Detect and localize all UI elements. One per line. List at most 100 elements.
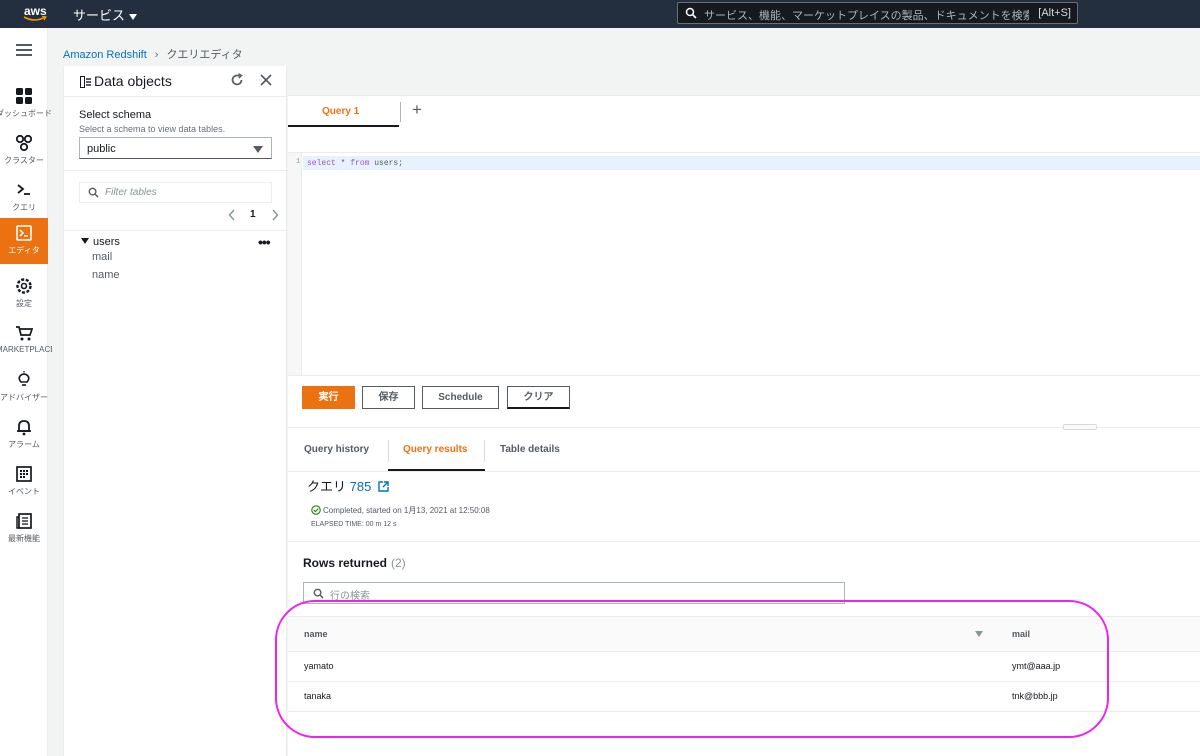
global-search-input[interactable]: サービス、機能、マーケットプレイスの製品、ドキュメントを検索 [Alt+S] (677, 2, 1078, 24)
nav-item-label: 最新機能 (8, 534, 40, 543)
nav-item-clusters[interactable]: クラスター (0, 128, 48, 174)
active-line-highlight (303, 156, 1200, 170)
sql-code: select * from users; (307, 159, 403, 168)
nav-item-label: 設定 (16, 299, 32, 308)
events-icon (16, 466, 32, 482)
tab-query-results[interactable]: Query results (388, 444, 485, 471)
caret-down-icon (129, 13, 138, 20)
row-search-input[interactable]: 行の検索 (303, 582, 845, 604)
nav-item-alarms[interactable]: アラーム (0, 412, 48, 458)
hamburger-menu-icon[interactable] (16, 44, 32, 56)
filter-tables-input[interactable]: Filter tables (79, 182, 272, 203)
nav-item-queries[interactable]: クエリ (0, 175, 48, 221)
breadcrumb-redshift-link[interactable]: Amazon Redshift (63, 49, 147, 61)
tab-table-details[interactable]: Table details (500, 444, 560, 471)
global-search-placeholder: サービス、機能、マーケットプレイスの製品、ドキュメントを検索 (704, 10, 1029, 22)
rows-returned-label: Rows returned (303, 556, 388, 570)
divider (64, 170, 288, 171)
table-cell: tnk@bbb.jp (1012, 691, 1058, 701)
sql-editor[interactable]: 1 select * from users; (288, 152, 1200, 376)
nav-item-settings[interactable]: 設定 (0, 271, 48, 317)
sql-keyword: select (307, 159, 336, 168)
column-item[interactable]: mail (92, 251, 112, 263)
panel-title: Data objects (80, 73, 172, 89)
table-row: tanaka tnk@bbb.jp (288, 682, 1200, 712)
editor-header-strip (288, 66, 1200, 96)
column-item[interactable]: name (92, 269, 120, 281)
data-objects-icon (80, 76, 91, 88)
nav-item-editor[interactable]: エディタ (0, 218, 48, 264)
nav-item-whats-new[interactable]: 最新機能 (0, 506, 48, 552)
nav-item-dashboard[interactable]: ダッシュボード (0, 81, 52, 127)
query-title: クエリ 785 (307, 476, 389, 495)
settings-icon (16, 278, 32, 294)
nav-item-advisor[interactable]: アドバイザー (0, 365, 48, 411)
resize-handle[interactable] (1063, 424, 1097, 430)
divider (64, 96, 288, 97)
query-icon (17, 184, 30, 195)
table-header: name mail (288, 616, 1200, 652)
sql-keyword: from (350, 159, 370, 168)
alarm-icon (17, 420, 31, 436)
more-actions-icon[interactable]: ••• (258, 234, 271, 250)
filter-placeholder: Filter tables (105, 187, 157, 198)
chevron-left-icon[interactable] (228, 209, 236, 221)
external-link-icon[interactable] (378, 481, 389, 492)
divider (288, 541, 1200, 542)
results-tabs: Query history Query results Table detail… (288, 438, 1200, 472)
search-shortcut: [Alt+S] (1038, 7, 1071, 19)
divider (484, 440, 485, 462)
tab-query-history[interactable]: Query history (304, 444, 369, 471)
search-icon (685, 7, 697, 19)
table-cell: ymt@aaa.jp (1012, 661, 1061, 671)
schema-description: Select a schema to view data tables. (79, 124, 226, 134)
sql-text: users; (369, 159, 404, 168)
query-editor-main: Query 1 + 1 select * from users; 実行 保存 S… (288, 66, 1200, 756)
save-button[interactable]: 保存 (362, 386, 415, 409)
table-tree-item-users[interactable]: users (81, 236, 120, 248)
whats-new-icon (16, 513, 32, 529)
schema-select[interactable]: public (79, 137, 272, 159)
sql-text: * (335, 159, 351, 168)
nav-item-label: エディタ (8, 246, 40, 255)
chevron-right-icon[interactable] (271, 209, 279, 221)
close-icon[interactable] (260, 74, 272, 86)
rows-count: (2) (391, 556, 406, 570)
table-cell: yamato (304, 661, 334, 671)
tab-query-1[interactable]: Query 1 (288, 96, 399, 127)
services-menu[interactable]: サービス (73, 5, 138, 24)
nav-item-marketplace[interactable]: MARKETPLACE (0, 318, 52, 364)
column-header-mail[interactable]: mail (1012, 629, 1030, 639)
pagination-page[interactable]: 1 (250, 209, 256, 220)
schedule-button[interactable]: Schedule (422, 386, 499, 409)
sort-desc-icon[interactable] (975, 631, 983, 637)
nav-item-events[interactable]: イベント (0, 459, 48, 505)
column-header-name[interactable]: name (304, 629, 328, 639)
breadcrumb-current: クエリエディタ (166, 49, 243, 61)
table-name: users (93, 236, 120, 248)
table-cell: tanaka (304, 691, 332, 701)
nav-item-label: クエリ (12, 203, 36, 212)
nav-item-label: アラーム (8, 440, 40, 449)
chevron-right-icon: › (154, 49, 159, 61)
query-id-link[interactable]: 785 (350, 479, 372, 494)
nav-item-label: ダッシュボード (0, 109, 52, 118)
divider (400, 102, 401, 122)
top-navigation-bar: aws サービス サービス、機能、マーケットプレイスの製品、ドキュメントを検索 … (0, 0, 1200, 28)
search-icon (88, 187, 99, 198)
refresh-icon[interactable] (230, 73, 244, 87)
nav-item-label: MARKETPLACE (0, 345, 52, 354)
query-status: Completed, started on 1月13, 2021 at 12:5… (311, 505, 490, 516)
services-label: サービス (73, 8, 126, 23)
advisor-icon (18, 371, 30, 386)
table-row: yamato ymt@aaa.jp (288, 652, 1200, 682)
aws-logo[interactable]: aws (22, 2, 50, 24)
panel-title-text: Data objects (94, 73, 172, 89)
clear-button[interactable]: クリア (507, 386, 570, 409)
dashboard-icon (16, 88, 32, 104)
breadcrumb: Amazon Redshift › クエリエディタ (63, 46, 243, 62)
query-status-text: Completed, started on 1月13, 2021 at 12:5… (323, 506, 490, 515)
run-button[interactable]: 実行 (302, 386, 355, 409)
cluster-icon (15, 134, 33, 152)
add-tab-icon[interactable]: + (412, 100, 422, 120)
